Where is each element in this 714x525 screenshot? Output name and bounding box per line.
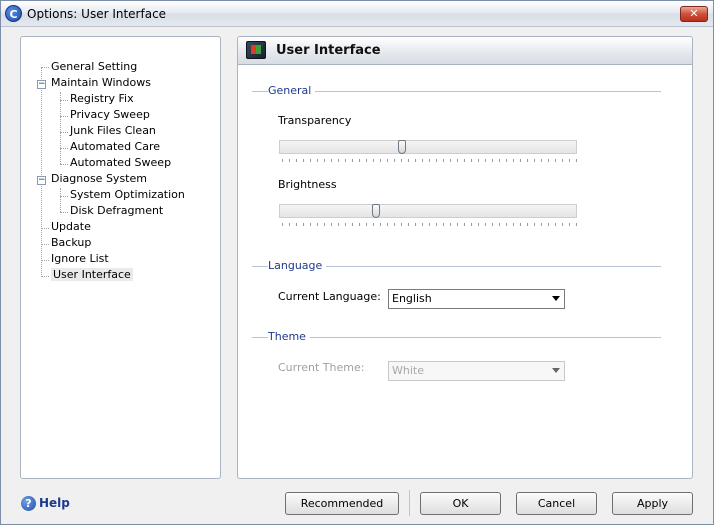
tree-item-user-interface[interactable]: User Interface — [51, 268, 133, 282]
tree-connector-line — [60, 188, 61, 212]
tree-item-ignore-list[interactable]: Ignore List — [51, 252, 109, 266]
tree-connector-line — [60, 92, 61, 164]
tree-item-automated-care[interactable]: Automated Care — [70, 140, 160, 154]
tree-connector-line — [41, 67, 42, 277]
transparency-slider[interactable] — [279, 140, 577, 154]
panel-title: User Interface — [276, 43, 381, 58]
tree-connector-line — [60, 100, 68, 101]
group-label-theme: Theme — [268, 330, 310, 343]
tree-connector-line — [60, 212, 68, 213]
chevron-down-icon — [552, 296, 560, 301]
tree-connector-line — [41, 244, 49, 245]
tree-item-privacy-sweep[interactable]: Privacy Sweep — [70, 108, 150, 122]
collapse-icon[interactable]: − — [37, 80, 46, 89]
brightness-slider[interactable] — [279, 204, 577, 218]
display-settings-icon — [246, 41, 266, 59]
tree-item-diagnose-system[interactable]: Diagnose System — [51, 172, 147, 186]
tree-item-backup[interactable]: Backup — [51, 236, 91, 250]
language-dropdown-value: English — [392, 292, 432, 305]
tree-connector-line — [41, 67, 49, 68]
app-logo-icon: C — [5, 5, 22, 22]
collapse-icon[interactable]: − — [37, 176, 46, 185]
language-dropdown[interactable]: English — [388, 289, 565, 309]
settings-panel: User Interface General Transparency Brig… — [237, 36, 693, 479]
group-divider — [252, 337, 661, 338]
tree-item-registry-fix[interactable]: Registry Fix — [70, 92, 134, 106]
window-title: Options: User Interface — [27, 7, 167, 21]
cancel-button[interactable]: Cancel — [516, 492, 597, 515]
tree-item-update[interactable]: Update — [51, 220, 91, 234]
help-icon[interactable]: ? — [21, 496, 36, 511]
transparency-ticks — [282, 159, 580, 162]
transparency-label: Transparency — [278, 114, 352, 127]
options-window: C Options: User Interface ✕ − − General … — [0, 0, 714, 525]
ok-button[interactable]: OK — [420, 492, 501, 515]
tree-connector-line — [60, 116, 68, 117]
close-button[interactable]: ✕ — [680, 6, 708, 22]
group-label-general: General — [268, 84, 316, 97]
tree-item-maintain-windows[interactable]: Maintain Windows — [51, 76, 151, 90]
current-theme-label: Current Theme: — [278, 361, 365, 374]
tree-item-disk-defragment[interactable]: Disk Defragment — [70, 204, 163, 218]
tree-connector-line — [60, 196, 68, 197]
theme-dropdown[interactable]: White — [388, 361, 565, 381]
tree-connector-line — [60, 164, 68, 165]
tree-item-general-setting[interactable]: General Setting — [51, 60, 137, 74]
help-link[interactable]: Help — [39, 496, 70, 510]
chevron-down-icon — [552, 368, 560, 373]
recommended-button[interactable]: Recommended — [285, 492, 399, 515]
group-label-language: Language — [268, 259, 327, 272]
brightness-slider-thumb[interactable] — [372, 204, 380, 218]
tree-connector-line — [41, 228, 49, 229]
options-tree: − − General Setting Maintain Windows Reg… — [20, 36, 221, 479]
tree-item-junk-files-clean[interactable]: Junk Files Clean — [70, 124, 156, 138]
apply-button[interactable]: Apply — [612, 492, 693, 515]
button-separator — [409, 490, 410, 516]
brightness-label: Brightness — [278, 178, 337, 191]
panel-header: User Interface — [238, 37, 692, 65]
brightness-ticks — [282, 223, 580, 226]
tree-connector-line — [41, 276, 49, 277]
theme-dropdown-value: White — [392, 364, 424, 377]
tree-item-system-optimization[interactable]: System Optimization — [70, 188, 185, 202]
transparency-slider-thumb[interactable] — [398, 140, 406, 154]
tree-connector-line — [60, 132, 68, 133]
current-language-label: Current Language: — [278, 290, 381, 303]
title-bar: C Options: User Interface ✕ — [1, 1, 713, 27]
tree-connector-line — [41, 260, 49, 261]
tree-item-automated-sweep[interactable]: Automated Sweep — [70, 156, 171, 170]
tree-connector-line — [60, 148, 68, 149]
